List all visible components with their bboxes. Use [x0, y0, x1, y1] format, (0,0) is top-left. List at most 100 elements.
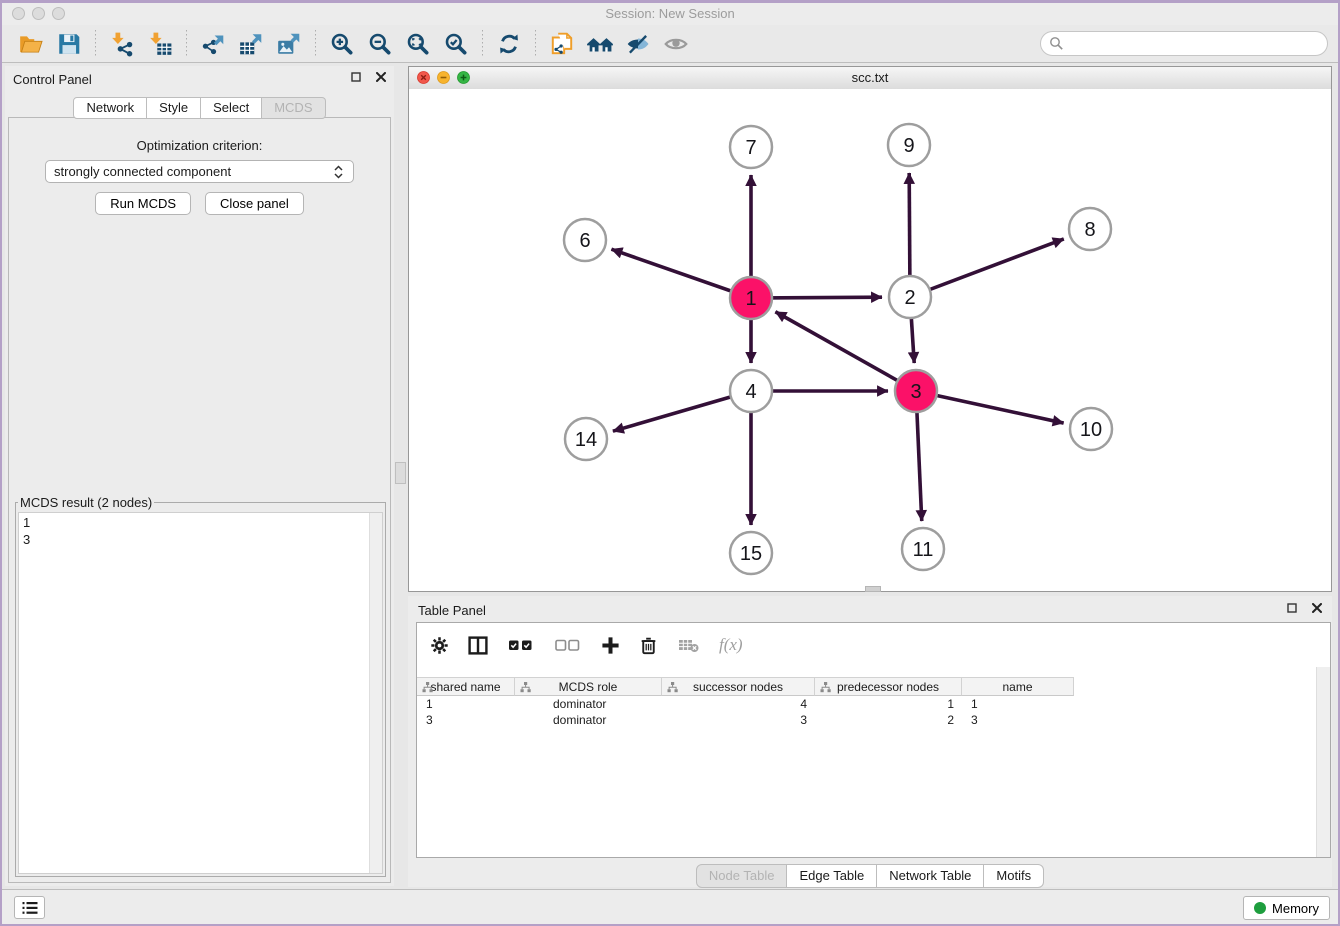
- status-bar: Memory: [2, 889, 1338, 924]
- toolbar-separator: [482, 30, 483, 58]
- export-image-button[interactable]: [272, 28, 306, 60]
- column-header-shared-name[interactable]: shared name: [417, 677, 515, 696]
- table-cell[interactable]: 4: [662, 697, 815, 711]
- table-cell[interactable]: 3: [662, 713, 815, 727]
- save-session-button[interactable]: [52, 28, 86, 60]
- optimization-criterion-select[interactable]: strongly connected component: [45, 160, 354, 183]
- zoom-in-icon: [329, 31, 355, 57]
- close-icon: [376, 72, 386, 82]
- table-cell[interactable]: 3: [962, 713, 1074, 727]
- deselect-all-button[interactable]: [553, 632, 583, 658]
- table-cell[interactable]: 3: [417, 713, 515, 727]
- tab-node-table[interactable]: Node Table: [696, 864, 788, 888]
- graph-edge-2-8[interactable]: [910, 239, 1064, 297]
- home-button[interactable]: [583, 28, 617, 60]
- column-type-icon: [422, 682, 433, 693]
- mcds-result-box: MCDS result (2 nodes) 1 3: [15, 495, 386, 877]
- import-network-button[interactable]: [105, 28, 139, 60]
- show-view-button[interactable]: [659, 28, 693, 60]
- tab-select[interactable]: Select: [201, 97, 262, 119]
- zoom-fit-button[interactable]: [401, 28, 435, 60]
- result-scrollbar[interactable]: [369, 513, 382, 873]
- column-header-mcds-role[interactable]: MCDS role: [515, 677, 662, 696]
- refresh-icon: [496, 31, 522, 57]
- task-history-button[interactable]: [14, 896, 45, 919]
- function-icon: f(x): [719, 635, 743, 655]
- graph-node-label-9: 9: [903, 135, 914, 157]
- close-icon: [1312, 603, 1322, 613]
- tab-edge-table[interactable]: Edge Table: [787, 864, 877, 888]
- zoom-selected-button[interactable]: [439, 28, 473, 60]
- table-cell[interactable]: dominator: [515, 713, 662, 727]
- network-resize-grip[interactable]: [865, 586, 881, 592]
- list-icon: [21, 900, 39, 916]
- close-panel-button-bottom[interactable]: Close panel: [205, 192, 304, 215]
- graph-node-label-10: 10: [1080, 419, 1102, 441]
- close-panel-button[interactable]: [374, 70, 388, 84]
- panel-divider-grip[interactable]: [395, 462, 406, 484]
- mcds-tab-content: Optimization criterion: strongly connect…: [8, 117, 391, 883]
- import-table-icon: [147, 31, 173, 57]
- table-cell[interactable]: 1: [815, 697, 962, 711]
- memory-button[interactable]: Memory: [1243, 896, 1330, 920]
- column-type-icon: [667, 682, 678, 693]
- graph-edge-3-1[interactable]: [775, 312, 916, 391]
- select-all-button[interactable]: [506, 632, 536, 658]
- table-scrollbar[interactable]: [1316, 667, 1330, 857]
- column-header-label: shared name: [430, 680, 500, 694]
- clone-pages-icon: [549, 31, 575, 57]
- eye-slash-icon: [625, 31, 651, 57]
- float-table-panel-button[interactable]: [1285, 601, 1299, 615]
- tab-motifs[interactable]: Motifs: [984, 864, 1044, 888]
- zoom-out-icon: [367, 31, 393, 57]
- column-header-name[interactable]: name: [962, 677, 1074, 696]
- deselect-all-icon: [553, 635, 583, 655]
- tab-mcds[interactable]: MCDS: [262, 97, 325, 119]
- search-input[interactable]: [1040, 31, 1328, 56]
- table-cell[interactable]: 1: [962, 697, 1074, 711]
- export-table-button[interactable]: [234, 28, 268, 60]
- network-graph[interactable]: 7968124314101511: [409, 89, 1331, 591]
- memory-status-dot: [1254, 902, 1266, 914]
- add-row-button[interactable]: [600, 632, 621, 658]
- close-table-panel-button[interactable]: [1310, 601, 1324, 615]
- mcds-result-area[interactable]: 1 3: [18, 512, 383, 874]
- tab-style[interactable]: Style: [147, 97, 201, 119]
- toolbar-separator: [315, 30, 316, 58]
- trash-icon: [638, 635, 659, 656]
- zoom-in-button[interactable]: [325, 28, 359, 60]
- table-row[interactable]: 1dominator411: [417, 696, 1316, 712]
- table-cell[interactable]: 2: [815, 713, 962, 727]
- show-columns-button[interactable]: [467, 632, 489, 658]
- export-network-icon: [200, 31, 226, 57]
- network-canvas[interactable]: 7968124314101511: [409, 89, 1331, 591]
- gear-icon: [429, 635, 450, 656]
- import-table-button[interactable]: [143, 28, 177, 60]
- table-row[interactable]: 3dominator323: [417, 712, 1316, 728]
- tab-network[interactable]: Network: [73, 97, 147, 119]
- refresh-button[interactable]: [492, 28, 526, 60]
- clone-network-view-button[interactable]: [545, 28, 579, 60]
- search-icon: [1049, 36, 1064, 51]
- tab-network-table[interactable]: Network Table: [877, 864, 984, 888]
- zoom-out-button[interactable]: [363, 28, 397, 60]
- float-icon: [351, 72, 361, 82]
- table-settings-button[interactable]: [429, 632, 450, 658]
- run-mcds-button[interactable]: Run MCDS: [95, 192, 191, 215]
- delete-row-button[interactable]: [638, 632, 659, 658]
- graph-node-label-3: 3: [910, 381, 921, 403]
- table-cell[interactable]: dominator: [515, 697, 662, 711]
- hide-view-button[interactable]: [621, 28, 655, 60]
- main-toolbar: [2, 25, 1338, 63]
- float-panel-button[interactable]: [349, 70, 363, 84]
- graph-edge-3-10[interactable]: [916, 391, 1064, 423]
- table-cell[interactable]: 1: [417, 697, 515, 711]
- column-header-predecessor-nodes[interactable]: predecessor nodes: [815, 677, 962, 696]
- open-session-button[interactable]: [14, 28, 48, 60]
- mcds-result-text: 1 3: [19, 513, 382, 549]
- column-header-successor-nodes[interactable]: successor nodes: [662, 677, 815, 696]
- select-all-icon: [506, 635, 536, 655]
- export-table-icon: [238, 31, 264, 57]
- export-network-button[interactable]: [196, 28, 230, 60]
- delete-table-icon: [676, 635, 702, 655]
